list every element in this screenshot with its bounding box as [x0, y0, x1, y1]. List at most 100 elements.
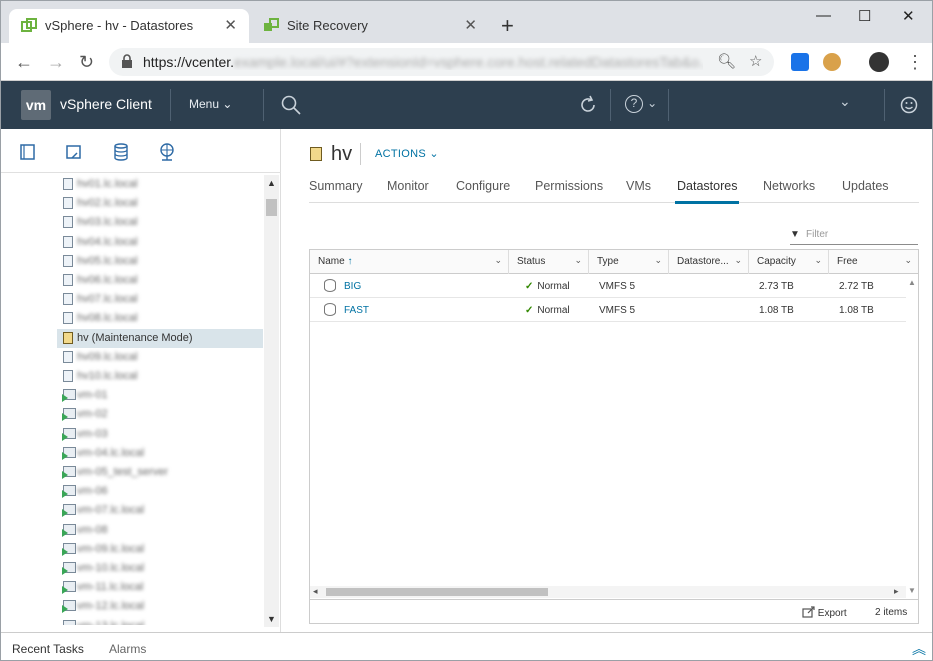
column-header-status[interactable]: Status ⌄ — [509, 250, 589, 274]
tree-item[interactable]: hv06.lc.local — [57, 271, 263, 290]
alarms-tab[interactable]: Alarms — [109, 642, 146, 656]
grid-vertical-scrollbar[interactable]: ▲ ▼ — [906, 274, 918, 598]
chevron-down-icon[interactable]: ⌄ — [574, 255, 582, 266]
scroll-right-icon[interactable]: ▸ — [894, 586, 899, 597]
scroll-thumb[interactable] — [266, 199, 277, 216]
feedback-smiley-icon[interactable] — [900, 96, 918, 114]
tree-item[interactable]: vm-08 — [57, 521, 263, 540]
tree-item[interactable]: vm-02 — [57, 405, 263, 424]
chevron-down-icon[interactable]: ⌄ — [734, 255, 742, 266]
tree-item[interactable]: vm-09.lc.local — [57, 540, 263, 559]
tree-item[interactable]: hv05.lc.local — [57, 252, 263, 271]
maximize-button[interactable]: ☐ — [858, 7, 871, 25]
column-header-type[interactable]: Type ⌄ — [589, 250, 669, 274]
chevron-down-icon[interactable]: ⌄ — [904, 255, 912, 266]
app-name[interactable]: vSphere Client — [60, 96, 152, 112]
chevron-down-icon[interactable]: ⌄ — [814, 255, 822, 266]
column-header-free[interactable]: Free ⌄ — [829, 250, 918, 274]
table-row[interactable]: FAST ✓ Normal VMFS 5 1.08 TB 1.08 TB — [310, 298, 906, 322]
hosts-clusters-icon[interactable] — [17, 141, 39, 163]
filter-input[interactable]: ▼ Filter — [790, 227, 918, 245]
new-tab-button[interactable]: + — [501, 13, 514, 39]
help-button[interactable]: ? ⌄ — [625, 94, 657, 113]
tree-item[interactable]: vm-11.lc.local — [57, 578, 263, 597]
table-row[interactable]: BIG ✓ Normal VMFS 5 2.73 TB 2.72 TB — [310, 274, 906, 298]
extension-upload-icon[interactable] — [791, 53, 809, 71]
capacity-cell: 2.73 TB — [759, 281, 794, 292]
tree-scrollbar[interactable]: ▲ ▼ — [264, 175, 279, 627]
search-icon[interactable] — [281, 95, 301, 115]
scroll-down-icon[interactable]: ▼ — [908, 586, 916, 595]
tree-item[interactable]: vm-13.lc.local — [57, 617, 263, 625]
tab-configure[interactable]: Configure — [456, 179, 510, 193]
scroll-up-icon[interactable]: ▲ — [908, 278, 916, 287]
profile-avatar[interactable] — [869, 52, 889, 72]
bookmark-star-icon[interactable]: ☆ — [749, 52, 762, 70]
column-header-name[interactable]: Name ↑ ⌄ — [310, 250, 509, 274]
scroll-left-icon[interactable]: ◂ — [313, 586, 318, 597]
tree-item[interactable]: hv01.lc.local — [57, 175, 263, 194]
tree-item[interactable]: hv02.lc.local — [57, 194, 263, 213]
tab-monitor[interactable]: Monitor — [387, 179, 429, 193]
networking-icon[interactable] — [156, 141, 178, 163]
actions-button[interactable]: ACTIONS ⌄ — [375, 147, 439, 160]
storage-icon[interactable] — [110, 141, 132, 163]
minimize-button[interactable]: — — [816, 7, 831, 24]
tab-summary[interactable]: Summary — [309, 179, 362, 193]
tree-item-label: hv09.lc.local — [77, 350, 138, 363]
host-icon — [63, 235, 73, 248]
host-icon — [63, 197, 73, 210]
datastore-name-link[interactable]: FAST — [344, 305, 369, 316]
url-text: https://vcenter.example.local/ui/#?exten… — [143, 54, 703, 70]
browser-menu-icon[interactable]: ⋮ — [906, 52, 924, 73]
tree-item[interactable]: hv10.lc.local — [57, 367, 263, 386]
reload-icon[interactable]: ↻ — [79, 52, 94, 73]
close-tab-icon[interactable]: ✕ — [224, 16, 237, 34]
tab-permissions[interactable]: Permissions — [535, 179, 603, 193]
recent-tasks-tab[interactable]: Recent Tasks — [12, 642, 84, 656]
extension-cookie-icon[interactable] — [823, 53, 841, 71]
zoom-icon[interactable]: 🔍︎ — [717, 52, 736, 70]
chevron-down-icon[interactable]: ⌄ — [654, 255, 662, 266]
tree-item[interactable]: vm-12.lc.local — [57, 597, 263, 616]
address-bar[interactable]: https://vcenter.example.local/ui/#?exten… — [109, 48, 774, 76]
scroll-up-icon[interactable]: ▲ — [267, 178, 276, 188]
tree-item[interactable]: hv04.lc.local — [57, 233, 263, 252]
tree-item[interactable]: hv07.lc.local — [57, 290, 263, 309]
tab-vms[interactable]: VMs — [626, 179, 651, 193]
tab-datastores[interactable]: Datastores — [674, 179, 740, 204]
tree-item[interactable]: vm-04.lc.local — [57, 444, 263, 463]
tree-item[interactable]: vm-01 — [57, 386, 263, 405]
tree-item[interactable]: vm-10.lc.local — [57, 559, 263, 578]
column-header-capacity[interactable]: Capacity ⌄ — [749, 250, 829, 274]
vms-templates-icon[interactable] — [63, 141, 85, 163]
tree-item[interactable]: vm-07.lc.local — [57, 501, 263, 520]
scroll-thumb[interactable] — [326, 588, 548, 596]
browser-tab-site-recovery[interactable]: Site Recovery ✕ — [251, 9, 489, 43]
tab-networks[interactable]: Networks — [763, 179, 815, 193]
tree-item[interactable]: vm-06 — [57, 482, 263, 501]
forward-icon[interactable]: → — [47, 52, 65, 73]
tree-item[interactable]: vm-03 — [57, 425, 263, 444]
tree-item-selected[interactable]: hv (Maintenance Mode) — [57, 328, 263, 348]
tab-updates[interactable]: Updates — [842, 179, 889, 193]
expand-panel-icon[interactable]: ︽ — [912, 639, 926, 659]
menu-button[interactable]: Menu ⌄ — [189, 97, 232, 111]
export-button[interactable]: Export — [802, 606, 847, 619]
close-window-button[interactable]: ✕ — [902, 7, 915, 25]
datastore-name-link[interactable]: BIG — [344, 281, 361, 292]
grid-header: Name ↑ ⌄ Status ⌄ Type ⌄ Datastore... ⌄ … — [310, 250, 918, 274]
back-icon[interactable]: ← — [15, 52, 33, 73]
grid-horizontal-scrollbar[interactable]: ◂ ▸ — [310, 586, 906, 598]
user-menu-chevron-icon[interactable]: ⌄ — [839, 93, 851, 110]
tree-item[interactable]: hv09.lc.local — [57, 348, 263, 367]
close-tab-icon[interactable]: ✕ — [464, 16, 477, 34]
tree-item[interactable]: vm-05_test_server — [57, 463, 263, 482]
tree-item[interactable]: hv08.lc.local — [57, 309, 263, 328]
browser-tab-vsphere[interactable]: vSphere - hv - Datastores ✕ — [9, 9, 249, 43]
tree-item[interactable]: hv03.lc.local — [57, 213, 263, 232]
chevron-down-icon[interactable]: ⌄ — [494, 255, 502, 266]
column-header-datastore-cluster[interactable]: Datastore... ⌄ — [669, 250, 749, 274]
refresh-icon[interactable] — [578, 95, 598, 115]
scroll-down-icon[interactable]: ▼ — [267, 614, 276, 624]
